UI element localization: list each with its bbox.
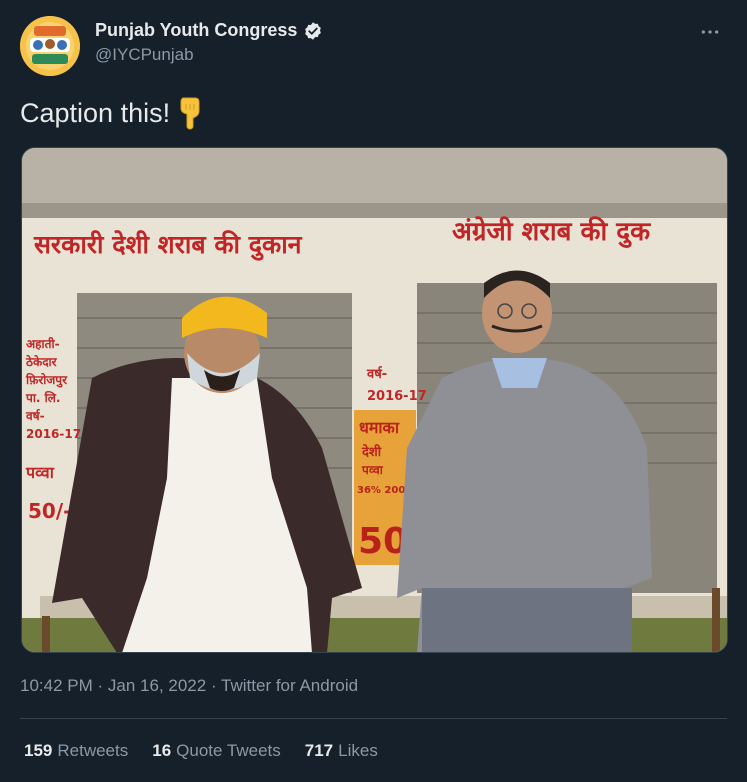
verified-badge-icon	[303, 21, 323, 41]
quote-tweets-count: 16	[152, 741, 172, 760]
tweet-date[interactable]: Jan 16, 2022	[108, 676, 206, 695]
stats-divider	[20, 718, 727, 719]
wall-year-label: वर्ष-	[366, 366, 387, 382]
photo-scene: सरकारी देशी शराब की दुकान अंग्रेजी शराब …	[22, 148, 727, 652]
tweet-time[interactable]: 10:42 PM	[20, 676, 93, 695]
quote-tweets-stat[interactable]: 16 Quote Tweets	[152, 741, 281, 761]
tweet-text-content: Caption this!	[20, 97, 171, 128]
tweet: Punjab Youth Congress @IYCPunjab Caption…	[0, 0, 747, 782]
tweet-source[interactable]: Twitter for Android	[221, 676, 358, 695]
author-display-name[interactable]: Punjab Youth Congress	[95, 20, 297, 41]
wall-year-value: 2016-17	[367, 389, 427, 404]
retweets-count: 159	[24, 741, 53, 760]
tweet-photo[interactable]: सरकारी देशी शराब की दुकान अंग्रेजी शराब …	[21, 147, 728, 653]
author-name-row: Punjab Youth Congress	[95, 20, 323, 41]
retweets-stat[interactable]: 159 Retweets	[24, 741, 128, 761]
meta-separator-1: ·	[97, 676, 104, 695]
wall-note-8: 50/-	[28, 499, 71, 523]
wall-note-4: पा. लि.	[25, 391, 60, 405]
quote-tweets-label: Quote Tweets	[176, 741, 281, 760]
poster-line-3: पव्वा	[361, 463, 384, 477]
tweet-meta: 10:42 PM · Jan 16, 2022 · Twitter for An…	[20, 676, 358, 696]
wall-note-1: अहाती-	[26, 337, 60, 351]
wall-note-2: ठेकेदार	[25, 355, 58, 369]
poster-line-4: 36% 200	[357, 485, 405, 496]
author-block: Punjab Youth Congress @IYCPunjab	[95, 20, 323, 65]
author-avatar[interactable]	[20, 16, 80, 76]
likes-stat[interactable]: 717 Likes	[305, 741, 378, 761]
engagement-stats: 159 Retweets 16 Quote Tweets 717 Likes	[24, 741, 378, 761]
author-handle[interactable]: @IYCPunjab	[95, 45, 323, 65]
likes-label: Likes	[338, 741, 378, 760]
poster-line-1: धमाका	[359, 418, 400, 437]
more-options-icon[interactable]	[695, 20, 725, 44]
retweets-label: Retweets	[57, 741, 129, 760]
wall-note-5: वर्ष-	[25, 409, 45, 423]
party-logo-avatar	[20, 16, 80, 76]
meta-separator-2: ·	[210, 676, 217, 695]
poster-line-2: देशी	[361, 444, 382, 460]
sign-left-text: सरकारी देशी शराब की दुकान	[33, 230, 303, 261]
wall-note-3: फ़िरोजपुर	[25, 373, 68, 388]
pointing-down-hand-icon	[174, 96, 204, 130]
wall-note-6: 2016-17	[26, 427, 81, 441]
likes-count: 717	[304, 741, 334, 760]
tweet-text: Caption this!	[20, 96, 204, 130]
wall-note-7: पव्वा	[25, 463, 55, 482]
sign-right-text: अंग्रेजी शराब की दुक	[452, 216, 651, 248]
